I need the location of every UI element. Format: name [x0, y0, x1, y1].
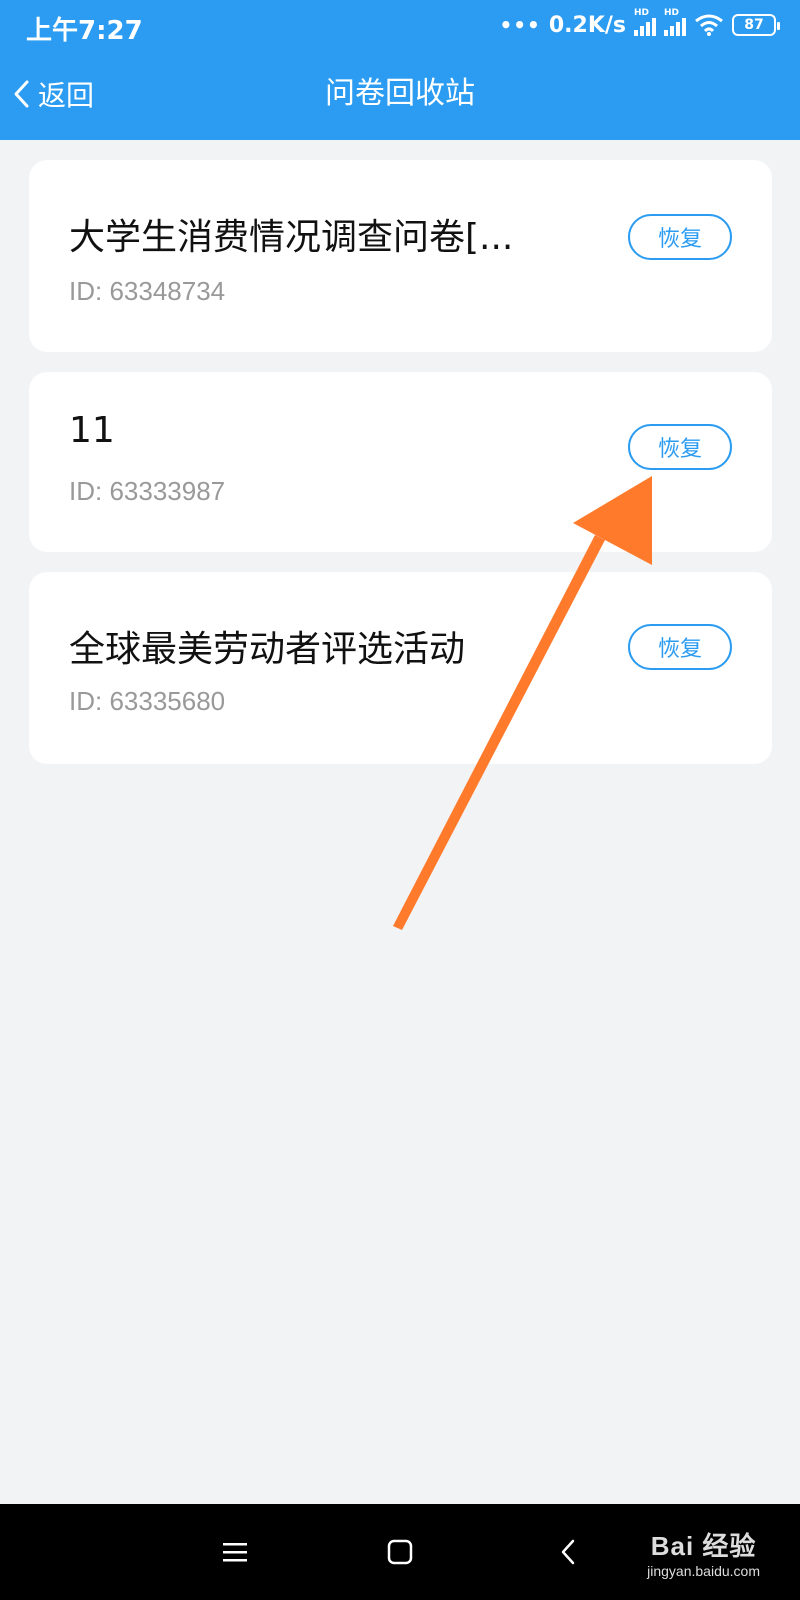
status-indicators: ••• 0.2K/s HD HD 87 — [499, 8, 780, 40]
page-title: 问卷回收站 — [325, 76, 475, 111]
restore-button[interactable]: 恢复 — [628, 424, 732, 470]
signal-hd-label: HD — [634, 8, 650, 18]
more-dots-icon: ••• — [499, 13, 541, 37]
survey-id: ID: 63333987 — [69, 476, 226, 506]
watermark-logo: Bai 经验 — [650, 1531, 757, 1561]
survey-title: 大学生消费情况调查问卷[... — [69, 217, 514, 258]
battery-level: 87 — [744, 17, 764, 33]
survey-card: 大学生消费情况调查问卷[... ID: 63348734 恢复 — [29, 160, 772, 352]
signal-icon-2: HD — [664, 8, 686, 36]
restore-button[interactable]: 恢复 — [628, 624, 732, 670]
survey-id: ID: 63348734 — [69, 276, 226, 306]
battery-icon: 87 — [732, 14, 780, 36]
home-icon[interactable] — [380, 1532, 420, 1572]
menu-icon[interactable] — [215, 1532, 255, 1572]
restore-button[interactable]: 恢复 — [628, 214, 732, 260]
nav-bar: 返回 问卷回收站 — [0, 60, 800, 130]
wifi-icon — [695, 14, 723, 36]
survey-title: 11 — [69, 410, 115, 451]
network-speed: 0.2K/s — [548, 12, 626, 38]
baidu-jingyan-watermark: Bai 经验 jingyan.baidu.com — [647, 1526, 760, 1579]
survey-id: ID: 63335680 — [69, 686, 226, 716]
app-header: 上午7:27 ••• 0.2K/s HD HD 87 返回 问卷回收站 — [0, 0, 800, 140]
status-bar: 上午7:27 ••• 0.2K/s HD HD 87 — [0, 0, 800, 50]
status-time: 上午7:27 — [26, 16, 143, 46]
signal-hd-label-2: HD — [664, 8, 680, 18]
survey-list: 大学生消费情况调查问卷[... ID: 63348734 恢复 11 ID: 6… — [29, 160, 772, 784]
watermark-url: jingyan.baidu.com — [647, 1563, 760, 1579]
signal-icon: HD — [634, 8, 656, 36]
survey-card: 11 ID: 63333987 恢复 — [29, 372, 772, 552]
back-icon[interactable] — [548, 1532, 588, 1572]
survey-title: 全球最美劳动者评选活动 — [69, 629, 466, 670]
survey-card: 全球最美劳动者评选活动 ID: 63335680 恢复 — [29, 572, 772, 764]
